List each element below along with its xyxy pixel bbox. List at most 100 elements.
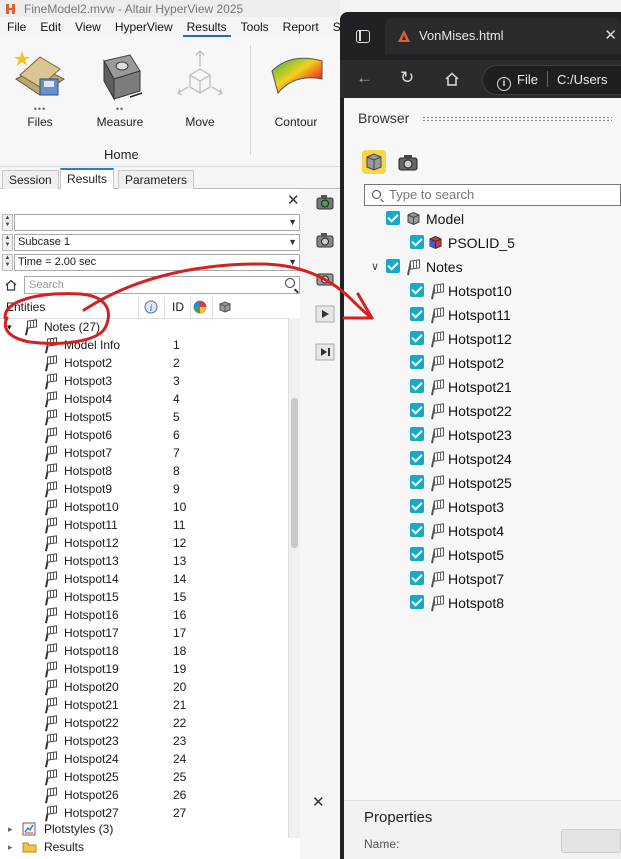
visibility-column-icon[interactable] — [218, 300, 232, 314]
camera-icon[interactable] — [314, 230, 336, 250]
tree-node-note[interactable]: Hotspot6 6 — [0, 426, 288, 444]
home-icon[interactable] — [5, 279, 17, 291]
menu-safety[interactable]: Saf — [326, 17, 340, 37]
note-checkbox[interactable] — [410, 331, 424, 345]
time-combo[interactable]: Time = 2.00 sec ▼ — [14, 254, 300, 271]
column-id[interactable]: ID — [172, 300, 184, 314]
combo-spin-3[interactable]: ▲ ▼ — [2, 254, 13, 271]
browser-note-item[interactable]: Hotspot2 — [344, 352, 621, 374]
note-checkbox[interactable] — [410, 523, 424, 537]
note-checkbox[interactable] — [410, 307, 424, 321]
address-bar[interactable]: i File C:/Users — [482, 65, 621, 95]
tree-node-note[interactable]: Hotspot3 3 — [0, 372, 288, 390]
note-checkbox[interactable] — [410, 595, 424, 609]
note-checkbox[interactable] — [410, 283, 424, 297]
browser-note-item[interactable]: Hotspot11 — [344, 304, 621, 326]
tree-node-part[interactable]: PSOLID_5 — [344, 232, 621, 254]
combo-spin-1[interactable]: ▲ ▼ — [2, 214, 13, 231]
color-column-icon[interactable] — [193, 300, 207, 314]
drag-grip-icon[interactable] — [422, 116, 612, 122]
tree-node-browser-notes[interactable]: ∨ Notes — [344, 256, 621, 278]
tree-node-note[interactable]: Hotspot26 26 — [0, 786, 288, 804]
tree-node-notes[interactable]: ▾ Notes (27) — [0, 318, 288, 336]
note-checkbox[interactable] — [410, 427, 424, 441]
tree-node-note[interactable]: Hotspot4 4 — [0, 390, 288, 408]
tree-node-note[interactable]: Hotspot20 20 — [0, 678, 288, 696]
model-checkbox[interactable] — [386, 211, 400, 225]
tab-session[interactable]: Session — [2, 170, 59, 189]
tree-node-note[interactable]: Hotspot10 10 — [0, 498, 288, 516]
secondary-close-icon[interactable]: ✕ — [312, 793, 325, 811]
tree-node-note[interactable]: Hotspot24 24 — [0, 750, 288, 768]
camera-green-icon[interactable] — [314, 192, 336, 212]
move-button[interactable]: Move — [166, 45, 234, 129]
tree-node-note[interactable]: Hotspot21 21 — [0, 696, 288, 714]
notes-checkbox[interactable] — [386, 259, 400, 273]
tree-node-note[interactable]: Hotspot7 7 — [0, 444, 288, 462]
close-tab-icon[interactable]: ✕ — [604, 18, 617, 54]
note-checkbox[interactable] — [410, 355, 424, 369]
column-entities[interactable]: Entities — [6, 300, 45, 314]
menu-report[interactable]: Report — [276, 17, 326, 37]
files-button[interactable]: ••• Files — [6, 45, 74, 129]
note-checkbox[interactable] — [410, 499, 424, 513]
tree-node-model[interactable]: Model — [344, 208, 621, 230]
tree-node-note[interactable]: Hotspot5 5 — [0, 408, 288, 426]
browser-note-item[interactable]: Hotspot12 — [344, 328, 621, 350]
menu-edit[interactable]: Edit — [33, 17, 68, 37]
browser-note-item[interactable]: Hotspot22 — [344, 400, 621, 422]
collapse-arrow-icon[interactable]: ▸ — [8, 838, 13, 856]
step-forward-icon[interactable] — [314, 342, 336, 362]
tree-node-note[interactable]: Hotspot13 13 — [0, 552, 288, 570]
tree-node-note[interactable]: Hotspot11 11 — [0, 516, 288, 534]
measure-button[interactable]: •• Measure — [86, 45, 154, 129]
menu-results[interactable]: Results — [180, 17, 234, 37]
reload-icon[interactable]: ↻ — [400, 68, 414, 88]
tree-node-note[interactable]: Hotspot16 16 — [0, 606, 288, 624]
menu-file[interactable]: File — [0, 17, 33, 37]
browser-note-item[interactable]: Hotspot23 — [344, 424, 621, 446]
tree-node-note[interactable]: Hotspot17 17 — [0, 624, 288, 642]
menu-tools[interactable]: Tools — [234, 17, 276, 37]
tree-node-note[interactable]: Hotspot23 23 — [0, 732, 288, 750]
entity-search-input[interactable]: Search — [24, 276, 300, 294]
back-icon[interactable]: ← — [356, 68, 373, 88]
browser-note-item[interactable]: Hotspot7 — [344, 568, 621, 590]
tree-node-note[interactable]: Hotspot8 8 — [0, 462, 288, 480]
note-checkbox[interactable] — [410, 571, 424, 585]
tab-parameters[interactable]: Parameters — [118, 170, 195, 189]
site-info-icon[interactable]: i — [497, 77, 511, 91]
tree-node-note[interactable]: Hotspot15 15 — [0, 588, 288, 606]
part-checkbox[interactable] — [410, 235, 424, 249]
tree-node-note[interactable]: Model Info 1 — [0, 336, 288, 354]
chevron-down-icon[interactable]: ∨ — [371, 256, 379, 278]
menu-view[interactable]: View — [68, 17, 108, 37]
combo-spin-2[interactable]: ▲ ▼ — [2, 234, 13, 251]
result-type-combo[interactable]: ▼ — [14, 214, 300, 231]
note-checkbox[interactable] — [410, 475, 424, 489]
browser-note-item[interactable]: Hotspot8 — [344, 592, 621, 614]
info-column-icon[interactable]: i — [144, 300, 158, 314]
contour-button[interactable]: Contour — [262, 45, 330, 129]
home-icon[interactable] — [444, 71, 460, 87]
tab-actions-icon[interactable] — [356, 30, 370, 43]
browser-note-item[interactable]: Hotspot25 — [344, 472, 621, 494]
tree-node-note[interactable]: Hotspot18 18 — [0, 642, 288, 660]
tree-node-plotstyles[interactable]: ▸ Plotstyles (3) — [0, 820, 288, 838]
browser-search-input[interactable]: Type to search — [364, 184, 621, 206]
tree-node-note[interactable]: Hotspot19 19 — [0, 660, 288, 678]
browser-tab[interactable]: VonMises.html ✕ — [385, 18, 621, 54]
tree-node-note[interactable]: Hotspot12 12 — [0, 534, 288, 552]
menu-hyperview[interactable]: HyperView — [108, 17, 180, 37]
browser-note-item[interactable]: Hotspot5 — [344, 544, 621, 566]
browser-note-item[interactable]: Hotspot24 — [344, 448, 621, 470]
tree-node-note[interactable]: Hotspot2 2 — [0, 354, 288, 372]
expand-arrow-icon[interactable]: ▾ — [7, 318, 12, 336]
panel-close-icon[interactable]: ✕ — [287, 191, 300, 209]
tree-node-note[interactable]: Hotspot14 14 — [0, 570, 288, 588]
note-checkbox[interactable] — [410, 379, 424, 393]
tree-node-note[interactable]: Hotspot25 25 — [0, 768, 288, 786]
collapse-arrow-icon[interactable]: ▸ — [8, 820, 13, 838]
note-checkbox[interactable] — [410, 403, 424, 417]
subcase-combo[interactable]: Subcase 1 ▼ — [14, 234, 300, 251]
